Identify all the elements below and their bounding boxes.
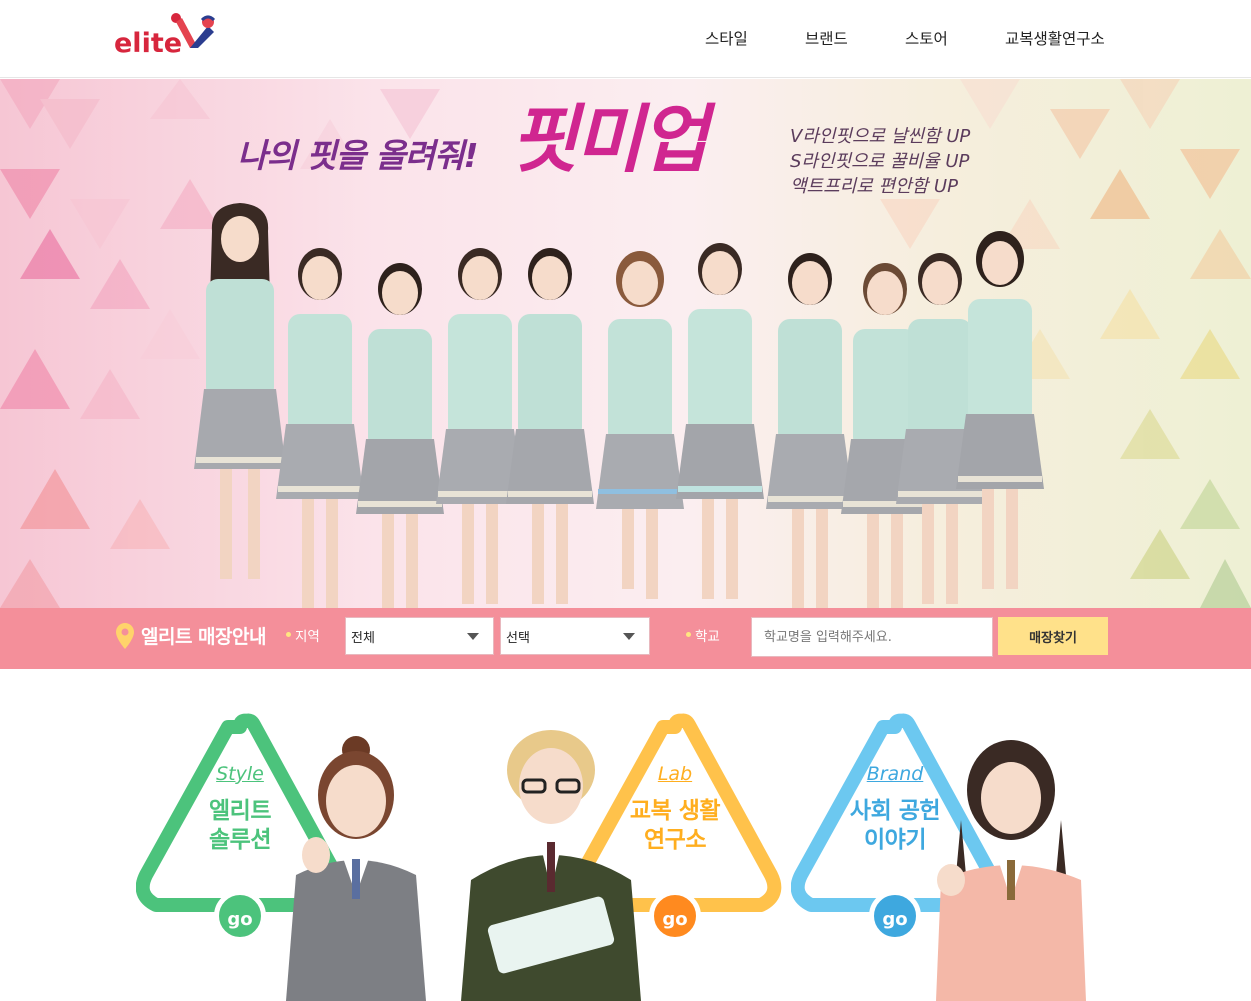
region-label-text: 지역 [295, 629, 320, 645]
bullet-icon [286, 631, 291, 637]
district-select-value: 선택 [506, 631, 530, 646]
school-label-text: 학교 [695, 629, 720, 645]
region-label: 지역 [286, 625, 320, 645]
card-style[interactable]: Style 엘리트 솔루션 go [136, 705, 436, 1001]
card-style-model-image [286, 736, 426, 1001]
card-brand-model-image [936, 740, 1086, 1001]
district-select[interactable]: 선택 [500, 617, 650, 655]
nav-uniform-lab[interactable]: 교복생활연구소 [1005, 27, 1105, 51]
store-search-button[interactable]: 매장찾기 [998, 617, 1108, 655]
hero-banner[interactable]: 나의 핏을 올려줘! 핏미업 V라인핏으로 날씬함 UP S라인핏으로 꿀비율 … [0, 79, 1251, 608]
elite-logo[interactable]: elite [114, 12, 224, 64]
nav-store[interactable]: 스토어 [905, 27, 948, 51]
school-label: 학교 [686, 625, 720, 645]
card-lab-go-button[interactable]: go [649, 890, 701, 942]
nav-brand[interactable]: 브랜드 [805, 27, 848, 51]
chevron-down-icon [623, 633, 635, 640]
card-lab-model-image [461, 730, 641, 1001]
chevron-down-icon [467, 633, 479, 640]
logo-mark-icon [171, 13, 216, 48]
hero-models-illustration [194, 203, 1044, 608]
card-brand[interactable]: Brand 사회 공헌 이야기 go [791, 705, 1091, 1001]
bullet-icon [686, 631, 691, 637]
map-pin-icon [116, 623, 134, 649]
store-search-bar: 엘리트 매장안내 지역 전체 선택 학교 매장찾기 [0, 608, 1251, 669]
nav-style[interactable]: 스타일 [705, 27, 748, 51]
store-search-title: 엘리트 매장안내 [141, 626, 266, 648]
site-header: elite 스타일 브랜드 스토어 교복생활연구소 [0, 0, 1251, 78]
region-select[interactable]: 전체 [345, 617, 494, 655]
region-select-value: 전체 [351, 631, 375, 646]
school-search-input[interactable] [751, 617, 993, 657]
